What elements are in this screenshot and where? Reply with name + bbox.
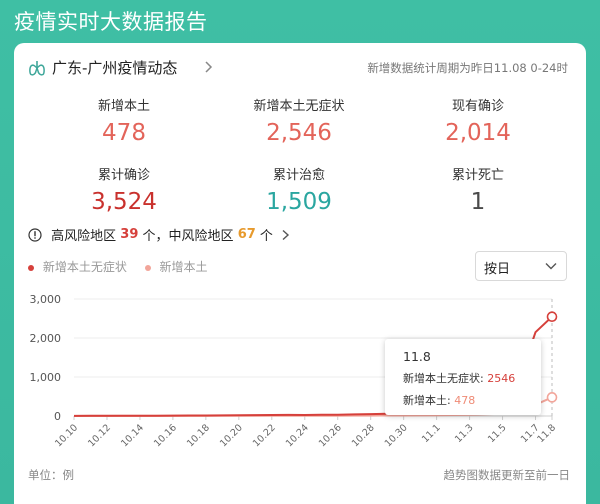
legend-label: 新增本土: [159, 260, 208, 274]
highlight-point-asymptomatic: [546, 311, 558, 323]
x-tick-label: 10.24: [284, 422, 311, 449]
y-tick-label: 2,000: [30, 332, 62, 345]
page-title: 疫情实时大数据报告: [14, 10, 208, 34]
stat-total-confirmed: 累计确诊 3,524: [44, 164, 204, 215]
legend-label: 新增本土无症状: [42, 260, 127, 274]
y-tick-label: 0: [54, 410, 61, 423]
region-title[interactable]: 广东-广州疫情动态: [52, 57, 177, 78]
x-tick-label: 11.8: [535, 422, 558, 445]
chevron-right-icon[interactable]: [281, 229, 291, 241]
x-tick-label: 10.20: [218, 422, 245, 449]
stat-total-cured: 累计治愈 1,509: [219, 164, 379, 215]
risk-mid-text: 个，中风险地区: [142, 229, 234, 244]
lungs-icon: [29, 61, 45, 76]
x-tick-label: 11.5: [486, 422, 509, 445]
tooltip-value: 2546: [487, 372, 516, 385]
highlight-point-local: [546, 392, 558, 403]
legend-item-asymptomatic[interactable]: 新增本土无症状: [28, 258, 127, 275]
tooltip-label: 新增本土:: [403, 394, 455, 407]
stat-value: 1: [470, 189, 486, 215]
high-risk-count: 39: [120, 227, 139, 242]
stat-label: 累计确诊: [97, 168, 150, 183]
x-tick-label: 10.16: [152, 422, 179, 449]
chart-tooltip: 11.8 新增本土无症状: 2546 新增本土: 478: [385, 339, 541, 415]
legend-dot: [144, 264, 151, 271]
range-select-value: 按日: [484, 262, 511, 277]
x-tick-label: 10.22: [251, 422, 278, 449]
x-tick-label: 10.30: [383, 422, 410, 449]
medium-risk-count: 67: [237, 227, 256, 242]
x-tick-label: 10.18: [185, 422, 212, 449]
stat-new-local: 新增本土 478: [44, 95, 204, 146]
chevron-right-icon[interactable]: [204, 60, 214, 74]
y-tick-label: 3,000: [30, 293, 62, 306]
y-tick-label: 1,000: [30, 371, 62, 384]
x-tick-label: 10.12: [86, 422, 113, 449]
x-tick-label: 10.10: [53, 422, 80, 449]
stat-current-confirmed: 现有确诊 2,014: [398, 95, 558, 146]
period-text: 新增数据统计周期为昨日11.08 0-24时: [367, 61, 568, 75]
update-note: 趋势图数据更新至前一日: [443, 468, 571, 482]
tooltip-date: 11.8: [403, 349, 431, 364]
range-select[interactable]: 按日: [475, 251, 567, 281]
stat-value: 3,524: [91, 189, 157, 215]
report-card: 广东-广州疫情动态 新增数据统计周期为昨日11.08 0-24时 新增本土 47…: [14, 43, 586, 504]
tooltip-value: 478: [454, 394, 476, 407]
risk-suffix: 个: [259, 229, 273, 244]
x-tick-label: 11.3: [453, 422, 476, 445]
x-tick-label: 10.28: [350, 422, 377, 449]
tooltip-line-local: 新增本土: 478: [403, 392, 541, 408]
stat-total-deaths: 累计死亡 1: [398, 164, 558, 215]
stat-value: 1,509: [266, 189, 332, 215]
x-tick-label: 10.26: [317, 422, 344, 449]
stat-value: 478: [102, 120, 146, 146]
x-tick-label: 10.14: [119, 422, 146, 449]
stat-label: 累计死亡: [451, 168, 504, 183]
legend-item-local[interactable]: 新增本土: [144, 258, 208, 275]
chevron-down-icon: [545, 263, 557, 270]
x-tick-label: 11.1: [420, 422, 443, 445]
info-circle-icon: [28, 227, 42, 242]
stat-new-asymptomatic: 新增本土无症状 2,546: [219, 95, 379, 146]
risk-area-link[interactable]: 高风险地区 39 个，中风险地区 67 个: [28, 225, 291, 245]
unit-label: 单位：例: [28, 468, 74, 482]
stat-label: 累计治愈: [272, 168, 325, 183]
stat-label: 新增本土: [97, 99, 150, 114]
region-header[interactable]: 广东-广州疫情动态 新增数据统计周期为昨日11.08 0-24时: [28, 57, 572, 79]
risk-prefix: 高风险地区: [51, 229, 117, 244]
tooltip-line-asymptomatic: 新增本土无症状: 2546: [403, 370, 541, 386]
stat-value: 2,014: [445, 120, 511, 146]
tooltip-label: 新增本土无症状:: [403, 372, 488, 385]
stat-label: 现有确诊: [451, 99, 504, 114]
legend-dot: [28, 264, 34, 271]
chart-legend: 新增本土无症状 新增本土: [28, 258, 222, 275]
stat-value: 2,546: [266, 120, 332, 146]
stat-label: 新增本土无症状: [253, 99, 345, 114]
